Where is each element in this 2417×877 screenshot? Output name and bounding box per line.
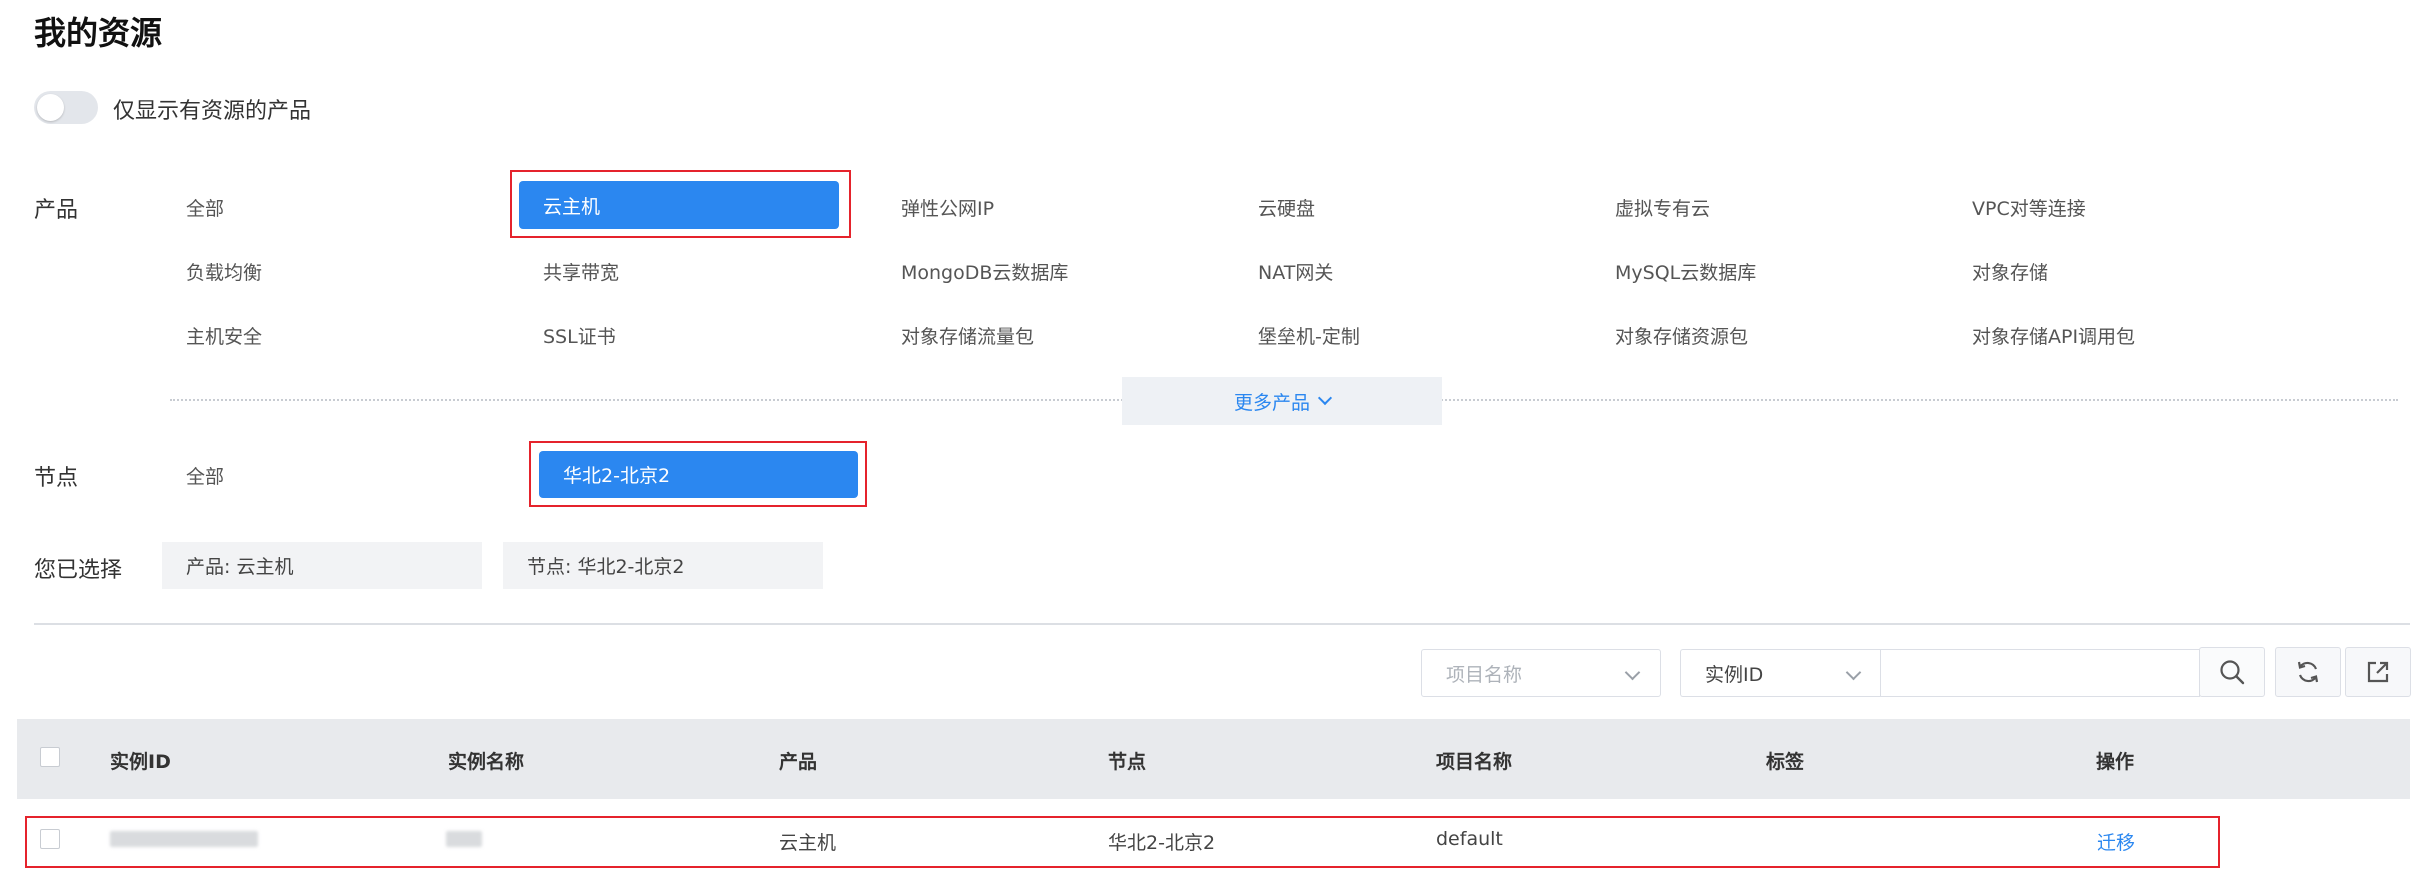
chevron-down-icon (1624, 664, 1641, 681)
product-option[interactable]: 虚拟专有云 (1615, 194, 1710, 221)
product-option[interactable]: MongoDB云数据库 (901, 258, 1068, 285)
more-products-label: 更多产品 (1233, 391, 1310, 414)
search-button[interactable] (2199, 647, 2265, 697)
column-header: 项目名称 (1436, 751, 1513, 773)
column-header: 实例名称 (448, 751, 525, 773)
row-node: 华北2-北京2 (1108, 832, 1216, 854)
product-option-cloud-host[interactable]: 云主机 (519, 181, 839, 229)
toggle-label: 仅显示有资源的产品 (113, 99, 312, 124)
page-title: 我的资源 (34, 14, 163, 52)
product-option[interactable]: 共享带宽 (543, 258, 619, 285)
search-field-select-value: 实例ID (1705, 663, 1764, 686)
migrate-link[interactable]: 迁移 (2097, 828, 2135, 855)
refresh-icon (2297, 661, 2319, 683)
node-option-all[interactable]: 全部 (186, 462, 224, 489)
column-header: 标签 (1766, 751, 1805, 773)
toggle-knob (37, 94, 64, 121)
search-input[interactable] (1880, 649, 2200, 697)
product-option[interactable]: 对象存储API调用包 (1972, 322, 2135, 349)
product-option[interactable]: 云硬盘 (1258, 194, 1315, 221)
column-header: 操作 (2096, 751, 2135, 773)
project-name-select[interactable]: 项目名称 (1421, 649, 1661, 697)
column-header: 实例ID (110, 751, 171, 773)
export-button[interactable] (2345, 647, 2411, 697)
node-filter-label: 节点 (34, 466, 79, 491)
resource-page: 我的资源 仅显示有资源的产品 产品 全部 云主机 弹性公网IP 云硬盘 虚拟专有… (0, 0, 2417, 877)
search-field-select[interactable]: 实例ID (1680, 649, 1881, 697)
section-divider (34, 623, 2410, 625)
product-option[interactable]: 负载均衡 (186, 258, 262, 285)
more-products-button[interactable]: 更多产品 (1122, 377, 1442, 425)
product-option[interactable]: NAT网关 (1258, 258, 1333, 285)
column-header: 产品 (779, 751, 818, 773)
select-all-checkbox[interactable] (40, 747, 60, 767)
table-header (17, 719, 2410, 799)
product-option[interactable]: 对象存储资源包 (1615, 322, 1748, 349)
selected-filter-chip[interactable]: 节点: 华北2-北京2 (503, 542, 823, 589)
chevron-down-icon (1845, 664, 1862, 681)
show-with-resources-toggle[interactable] (34, 91, 98, 124)
project-name-select-placeholder: 项目名称 (1446, 663, 1523, 686)
refresh-button[interactable] (2275, 647, 2341, 697)
product-option[interactable]: SSL证书 (543, 322, 616, 349)
chevron-down-icon (1317, 390, 1333, 406)
row-product: 云主机 (779, 832, 837, 854)
selected-filter-chip[interactable]: 产品: 云主机 (162, 542, 482, 589)
product-option[interactable]: 堡垒机-定制 (1258, 322, 1360, 349)
node-option-north-china-beijing2[interactable]: 华北2-北京2 (539, 451, 858, 498)
product-option[interactable]: VPC对等连接 (1972, 194, 2086, 221)
product-option[interactable]: 主机安全 (186, 322, 262, 349)
export-icon (2367, 661, 2389, 683)
product-filter-label: 产品 (34, 198, 79, 223)
row-project: default (1436, 828, 1503, 850)
product-option[interactable]: MySQL云数据库 (1615, 258, 1756, 285)
column-header: 节点 (1108, 751, 1147, 773)
product-option[interactable]: 弹性公网IP (901, 194, 994, 221)
selected-filters-label: 您已选择 (34, 558, 123, 583)
row-checkbox[interactable] (40, 829, 60, 849)
instance-id-redacted (110, 831, 258, 847)
product-option[interactable]: 对象存储流量包 (901, 322, 1034, 349)
product-option[interactable]: 对象存储 (1972, 258, 2048, 285)
instance-name-redacted (446, 831, 482, 847)
product-option-all[interactable]: 全部 (186, 194, 224, 221)
search-icon (2220, 660, 2245, 685)
